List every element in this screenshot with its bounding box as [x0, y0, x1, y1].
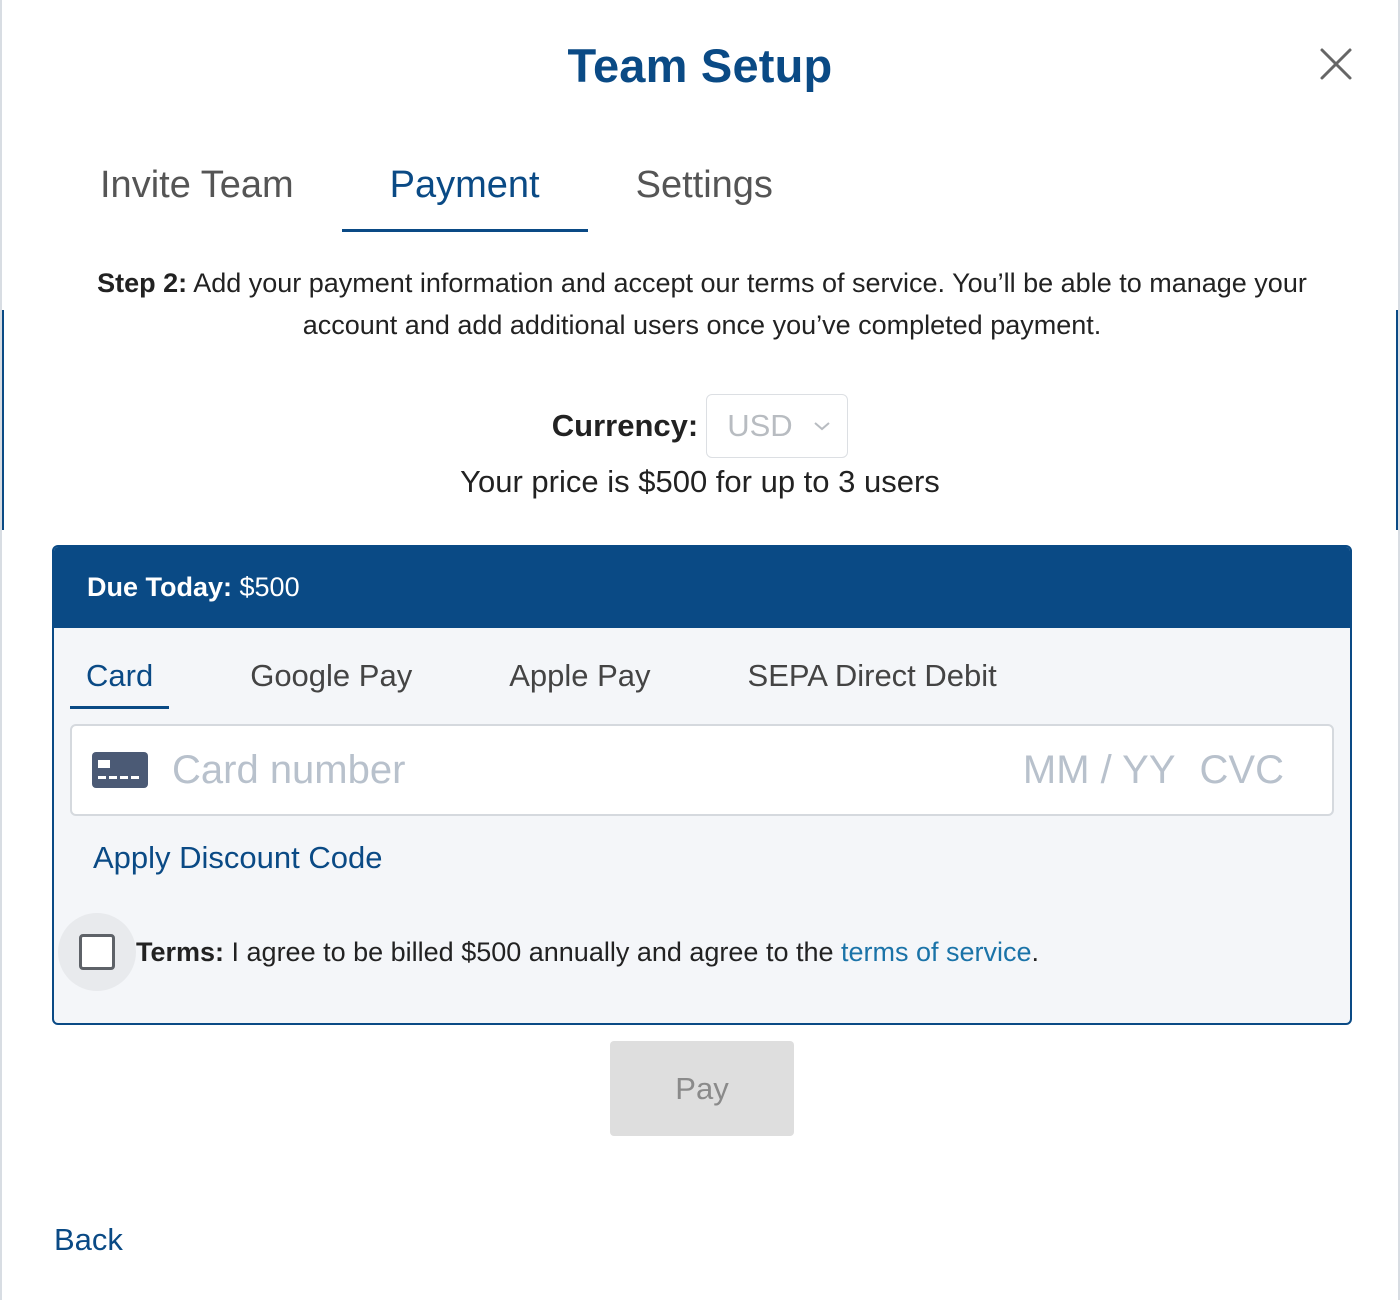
currency-label: Currency:	[551, 408, 699, 443]
terms-row: Terms: I agree to be billed $500 annuall…	[58, 913, 1039, 991]
terms-body: I agree to be billed $500 annually and a…	[224, 936, 841, 967]
terms-text: Terms: I agree to be billed $500 annuall…	[136, 937, 1039, 968]
close-icon	[1320, 48, 1352, 80]
tab-payment[interactable]: Payment	[341, 160, 588, 232]
step-description: Step 2: Add your payment information and…	[62, 262, 1342, 346]
payment-method-tabs: Card Google Pay Apple Pay SEPA Direct De…	[70, 655, 1078, 709]
apply-discount-code-link[interactable]: Apply Discount Code	[93, 840, 383, 876]
modal-title: Team Setup	[567, 39, 833, 92]
setup-tabs: Invite Team Payment Settings	[52, 160, 821, 232]
back-link[interactable]: Back	[54, 1222, 123, 1258]
currency-select[interactable]: USD	[706, 394, 849, 458]
step-prefix: Step 2:	[97, 268, 188, 298]
terms-checkbox[interactable]	[79, 934, 115, 970]
currency-row: Currency: USD	[2, 394, 1398, 458]
close-button[interactable]	[1316, 44, 1356, 84]
tab-settings[interactable]: Settings	[588, 160, 821, 232]
pay-button[interactable]: Pay	[610, 1041, 794, 1136]
due-amount: $500	[232, 572, 300, 602]
card-cvc-input[interactable]: CVC	[1200, 748, 1284, 793]
due-label: Due Today:	[87, 572, 233, 602]
price-text: Your price is $500 for up to 3 users	[460, 464, 940, 499]
card-number-input[interactable]: Card number	[172, 748, 1023, 793]
terms-label: Terms:	[136, 936, 225, 967]
terms-suffix: .	[1031, 936, 1040, 967]
tab-card[interactable]: Card	[70, 655, 170, 709]
credit-card-icon	[92, 752, 148, 788]
tab-google-pay[interactable]: Google Pay	[234, 655, 428, 709]
currency-selected-value: USD	[727, 408, 793, 443]
tab-invite-team[interactable]: Invite Team	[52, 160, 342, 232]
step-text: Add your payment information and accept …	[187, 268, 1307, 340]
terms-checkbox-halo	[58, 913, 136, 991]
due-today-header: Due Today: $500	[54, 547, 1350, 628]
tab-apple-pay[interactable]: Apple Pay	[493, 655, 666, 709]
terms-of-service-link[interactable]: terms of service	[841, 937, 1032, 967]
card-expiry-input[interactable]: MM / YY	[1023, 748, 1176, 793]
tab-sepa-direct-debit[interactable]: SEPA Direct Debit	[732, 655, 1013, 709]
card-input-field[interactable]: Card number MM / YY CVC	[70, 724, 1334, 816]
team-setup-modal: Team Setup Invite Team Payment Settings …	[0, 0, 1400, 1300]
chevron-down-icon	[814, 422, 830, 431]
payment-card: Due Today: $500 Card Google Pay Apple Pa…	[52, 545, 1352, 1025]
